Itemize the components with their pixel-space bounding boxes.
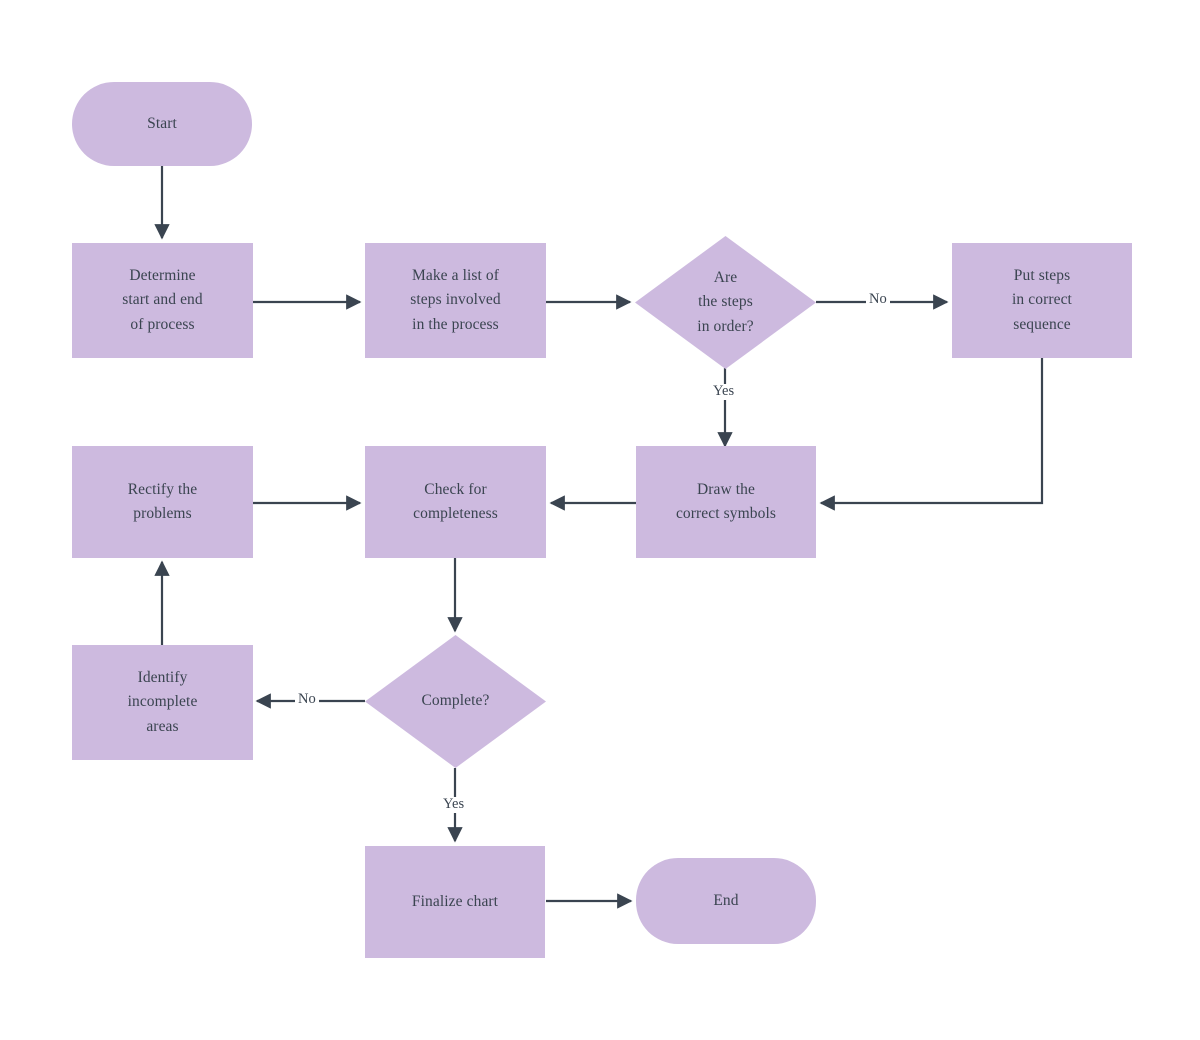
node-make-list-label: Make a list of steps involved in the pro… <box>410 267 501 333</box>
node-check-completeness[interactable]: Check for completeness <box>365 446 546 558</box>
node-identify-incomplete[interactable]: Identify incomplete areas <box>72 645 253 760</box>
node-finalize-chart[interactable]: Finalize chart <box>365 846 545 958</box>
edge-label-yes-complete: Yes <box>440 796 468 813</box>
flowchart-canvas: Start Determine start and end of process… <box>0 0 1200 1040</box>
edge-label-yes-steps-order: Yes <box>710 383 738 400</box>
node-draw-symbols[interactable]: Draw the correct symbols <box>636 446 816 558</box>
node-finalize-chart-label: Finalize chart <box>411 892 499 910</box>
node-identify-incomplete-label: Identify incomplete areas <box>127 669 198 735</box>
node-put-steps-label: Put steps in correct sequence <box>1012 267 1072 333</box>
edge-label-no-steps-order: No <box>866 291 890 308</box>
node-start[interactable]: Start <box>72 82 252 166</box>
node-complete-label: Complete? <box>421 692 490 710</box>
node-make-list[interactable]: Make a list of steps involved in the pro… <box>365 243 546 358</box>
node-determine-label: Determine start and end of process <box>122 267 203 333</box>
edge-label-text: Yes <box>443 796 465 812</box>
node-end[interactable]: End <box>636 858 816 944</box>
node-start-label: Start <box>147 114 177 132</box>
edge-label-no-complete: No <box>295 691 319 708</box>
node-determine[interactable]: Determine start and end of process <box>72 243 253 358</box>
edge-label-text: No <box>869 291 887 307</box>
node-steps-in-order-label: Are the steps in order? <box>697 269 754 335</box>
edge-putsteps-draw <box>819 357 1044 511</box>
node-check-completeness-label: Check for completeness <box>413 480 498 522</box>
node-complete[interactable]: Complete? <box>365 635 546 768</box>
edge-label-text: Yes <box>713 383 735 399</box>
node-end-label: End <box>713 891 739 909</box>
edge-label-text: No <box>298 691 316 707</box>
node-rectify-problems-label: Rectify the problems <box>127 480 198 522</box>
node-draw-symbols-label: Draw the correct symbols <box>675 480 777 522</box>
node-rectify-problems[interactable]: Rectify the problems <box>72 446 253 558</box>
node-steps-in-order[interactable]: Are the steps in order? <box>635 236 816 369</box>
node-put-steps[interactable]: Put steps in correct sequence <box>952 243 1132 358</box>
